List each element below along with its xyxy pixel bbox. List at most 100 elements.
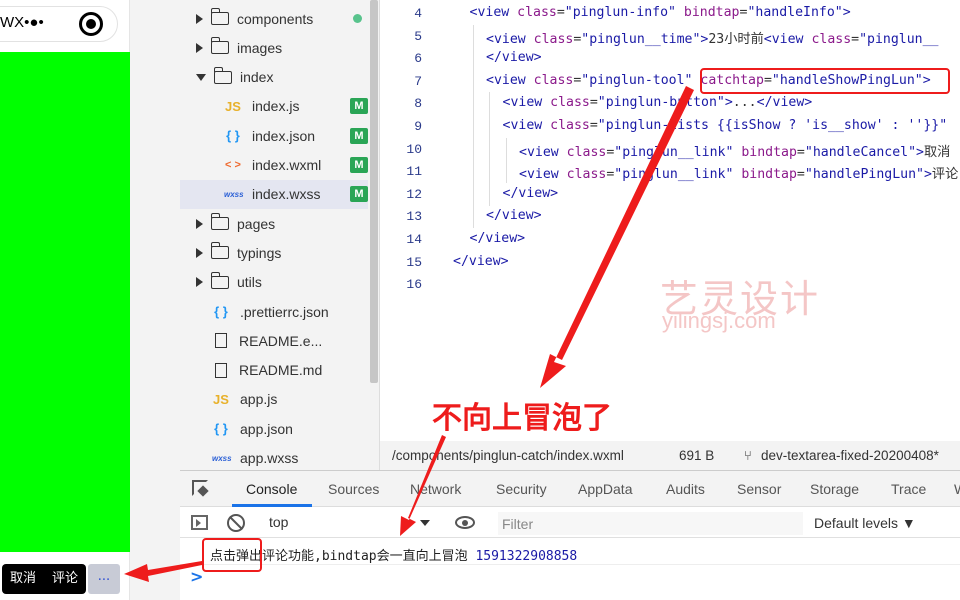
code-token: </view>	[469, 231, 526, 246]
tree-item-label: README.e...	[239, 332, 323, 349]
folder-icon	[210, 271, 229, 289]
file-icon	[215, 362, 227, 378]
tree-item[interactable]: components	[180, 4, 368, 33]
clear-console-icon[interactable]	[227, 514, 245, 532]
line-number: 7	[414, 73, 422, 89]
chevron-right-icon	[196, 218, 203, 229]
json-file-icon: { }	[214, 421, 228, 437]
tab-sources[interactable]: Sources	[328, 481, 379, 497]
tree-item[interactable]: JS index.js M	[180, 92, 368, 121]
more-button[interactable]: ...	[88, 564, 120, 594]
tab-console[interactable]: Console	[246, 481, 297, 497]
folder-icon	[210, 242, 229, 260]
code-line[interactable]: </view>	[503, 186, 559, 201]
filter-input[interactable]	[498, 512, 803, 535]
tree-item-label: typings	[237, 244, 282, 261]
tree-item-label: app.js	[240, 391, 278, 408]
context-select[interactable]: top	[262, 514, 432, 534]
comment-button[interactable]: 评论	[44, 564, 86, 594]
code-line[interactable]: </view>	[453, 254, 509, 269]
code-line[interactable]: </view>	[470, 231, 526, 246]
cancel-button[interactable]: 取消	[2, 564, 44, 594]
inspect-icon[interactable]	[192, 480, 208, 496]
code-token: <view	[486, 31, 534, 47]
tab-audits[interactable]: Audits	[666, 481, 705, 497]
line-number: 12	[406, 186, 422, 202]
code-token: "pinglun-tool"	[581, 72, 693, 88]
code-line[interactable]: <view class="pinglun-lists {{isShow ? 'i…	[503, 118, 948, 133]
tree-item[interactable]: images	[180, 33, 368, 62]
tree-item[interactable]: utils	[180, 268, 368, 297]
line-number: 9	[414, 119, 422, 134]
simulator-panel: WX•●• 取消 评论 ...	[0, 0, 130, 600]
code-token: bindtap	[741, 144, 797, 160]
simulator-title: WX•●•	[0, 14, 44, 31]
tree-item-label: index.wxml	[252, 157, 322, 173]
folder-icon	[210, 37, 229, 55]
sidebar-toggle-icon[interactable]	[191, 515, 208, 530]
code-line[interactable]: <view class="pinglun__time">23小时前<view c…	[486, 28, 939, 47]
indent-guide	[472, 182, 474, 206]
code-token: </view>	[486, 208, 542, 224]
tree-item-label: README.md	[239, 362, 323, 379]
code-editor[interactable]: 4 <view class="pinglun-info" bindtap="han…	[380, 0, 960, 440]
console-prompt[interactable]: >	[190, 567, 203, 586]
code-token: =	[796, 167, 805, 183]
watermark-en: yilingsj.com	[662, 308, 776, 333]
tab-appdata[interactable]: AppData	[578, 481, 632, 497]
tab-storage[interactable]: Storage	[810, 481, 859, 497]
git-branch[interactable]: dev-textarea-fixed-20200408*	[761, 448, 939, 463]
tree-item[interactable]: { } app.json	[180, 414, 368, 443]
json-file-icon: { }	[226, 128, 240, 144]
tab-security[interactable]: Security	[496, 481, 547, 497]
code-line[interactable]: <view class="pinglun__link" bindtap="han…	[519, 141, 950, 160]
code-line[interactable]: </view>	[486, 50, 542, 65]
context-label: top	[269, 514, 289, 530]
tree-item[interactable]: { } .prettierrc.json	[180, 297, 368, 326]
tree-item[interactable]: < > index.wxml M	[180, 151, 368, 180]
tab-trace[interactable]: Trace	[891, 481, 926, 497]
code-line[interactable]: </view>	[486, 208, 542, 223]
tree-item-label: .prettierrc.json	[240, 303, 329, 320]
code-line[interactable]: <view class="pinglun-info" bindtap="hand…	[470, 5, 851, 20]
tree-item[interactable]: index	[180, 63, 368, 92]
file-path[interactable]: /components/pinglun-catch/index.wxml	[392, 448, 624, 463]
indent-guide	[489, 182, 490, 206]
code-line[interactable]: <view class="pinglun-button">...</view>	[503, 95, 813, 110]
tab-network[interactable]: Network	[410, 481, 461, 497]
tree-item[interactable]: { } index.json M	[180, 121, 368, 150]
indent-guide	[472, 47, 474, 71]
log-timestamp: 1591322908858	[475, 549, 578, 564]
wxml-file-icon: < >	[225, 159, 241, 171]
explorer-scrollbar[interactable]	[370, 0, 378, 383]
indent-guide	[489, 115, 490, 138]
tree-item[interactable]: README.md	[180, 356, 368, 385]
tab-sensor[interactable]: Sensor	[737, 481, 781, 497]
chevron-right-icon	[196, 277, 203, 288]
eye-icon[interactable]	[455, 516, 475, 529]
code-line[interactable]: <view class="pinglun__link" bindtap="han…	[519, 163, 958, 182]
tree-item[interactable]: pages	[180, 209, 368, 238]
log-levels-select[interactable]: Default levels ▼	[814, 515, 916, 531]
log-message: 点击弹出评论功能,bindtap会一直向上冒泡 1591322908858	[210, 545, 577, 564]
tree-item[interactable]: README.e...	[180, 326, 368, 355]
indent-guide	[489, 92, 490, 116]
modified-dot	[353, 14, 362, 23]
record-icon[interactable]	[79, 12, 103, 36]
code-token: >	[916, 144, 924, 160]
tree-item[interactable]: wxss index.wxss M	[180, 179, 368, 209]
tree-item[interactable]: JS app.js	[180, 385, 368, 414]
tab-w[interactable]: W	[954, 481, 960, 497]
chevron-right-icon	[196, 42, 203, 53]
json-file-icon: { }	[214, 304, 228, 319]
code-token: class	[517, 5, 557, 20]
code-token: "pinglun__link"	[614, 167, 734, 183]
code-token: "pinglun-button"	[597, 95, 725, 111]
tree-item-label: pages	[237, 215, 276, 232]
tree-item[interactable]: wxss app.wxss	[180, 444, 368, 473]
tree-item-label: app.json	[240, 420, 293, 437]
line-number: 11	[406, 164, 422, 180]
tree-item[interactable]: typings	[180, 238, 368, 267]
code-token: bindtap	[683, 5, 740, 20]
